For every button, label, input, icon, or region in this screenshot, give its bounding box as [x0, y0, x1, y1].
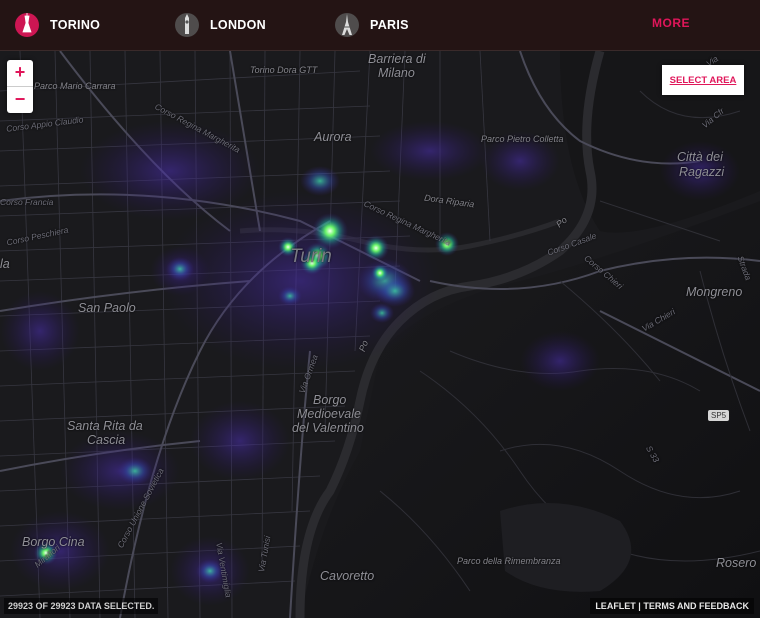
zoom-control: + −	[7, 60, 33, 113]
select-area-label: SELECT AREA	[669, 74, 737, 86]
label-parco-della-rimembranza: Parco della Rimembranza	[457, 556, 561, 566]
label-del-valentino: del Valentino	[292, 421, 364, 435]
label-cascia: Cascia	[87, 433, 126, 447]
city-tab-paris[interactable]: PARIS	[334, 0, 409, 50]
label-san-paolo: San Paolo	[78, 301, 136, 315]
label-borgo: Borgo	[313, 393, 347, 407]
torino-mole-icon	[14, 10, 40, 40]
top-nav-bar: TORINO LONDON PARIS MORE	[0, 0, 760, 51]
label-citta-dei: Città dei	[677, 150, 723, 164]
london-bigben-icon	[174, 10, 200, 40]
label-barriera-di: Barriera di	[368, 52, 426, 66]
map-canvas[interactable]: Torino Dora GTT Barriera di Milano Parco…	[0, 51, 760, 618]
label-mongreno: Mongreno	[686, 285, 743, 299]
label-torino-dora: Torino Dora GTT	[250, 65, 318, 75]
road-shield-sp5: SP5	[708, 410, 730, 421]
label-cavoretto: Cavoretto	[320, 569, 375, 583]
label-santa-rita-da: Santa Rita da	[67, 419, 143, 433]
city-label-london: LONDON	[210, 18, 266, 32]
attribution-links[interactable]: LEAFLET | TERMS AND FEEDBACK	[590, 598, 754, 614]
select-area-button[interactable]: SELECT AREA	[662, 65, 744, 95]
city-tab-london[interactable]: LONDON	[174, 0, 266, 50]
label-corso-francia: Corso Francia	[0, 197, 54, 207]
label-parco-pietro-colletta: Parco Pietro Colletta	[481, 134, 564, 144]
label-ragazzi: Ragazzi	[679, 165, 725, 179]
data-selected-status: 29923 OF 29923 DATA SELECTED.	[4, 598, 159, 614]
more-link[interactable]: MORE	[652, 16, 690, 30]
city-label-torino: TORINO	[50, 18, 101, 32]
city-label-paris: PARIS	[370, 18, 409, 32]
label-milano: Milano	[378, 66, 415, 80]
city-tab-torino[interactable]: TORINO	[14, 0, 100, 50]
label-la: la	[0, 257, 10, 271]
label-aurora: Aurora	[314, 130, 352, 144]
label-rosero: Rosero	[716, 556, 757, 570]
label-parco-mario-carrara: Parco Mario Carrara	[34, 81, 116, 91]
paris-eiffel-icon	[334, 10, 360, 40]
label-medioevale: Medioevale	[297, 407, 361, 421]
label-turin: Turin	[290, 246, 332, 267]
zoom-in-button[interactable]: +	[7, 60, 33, 86]
zoom-out-button[interactable]: −	[7, 86, 33, 113]
